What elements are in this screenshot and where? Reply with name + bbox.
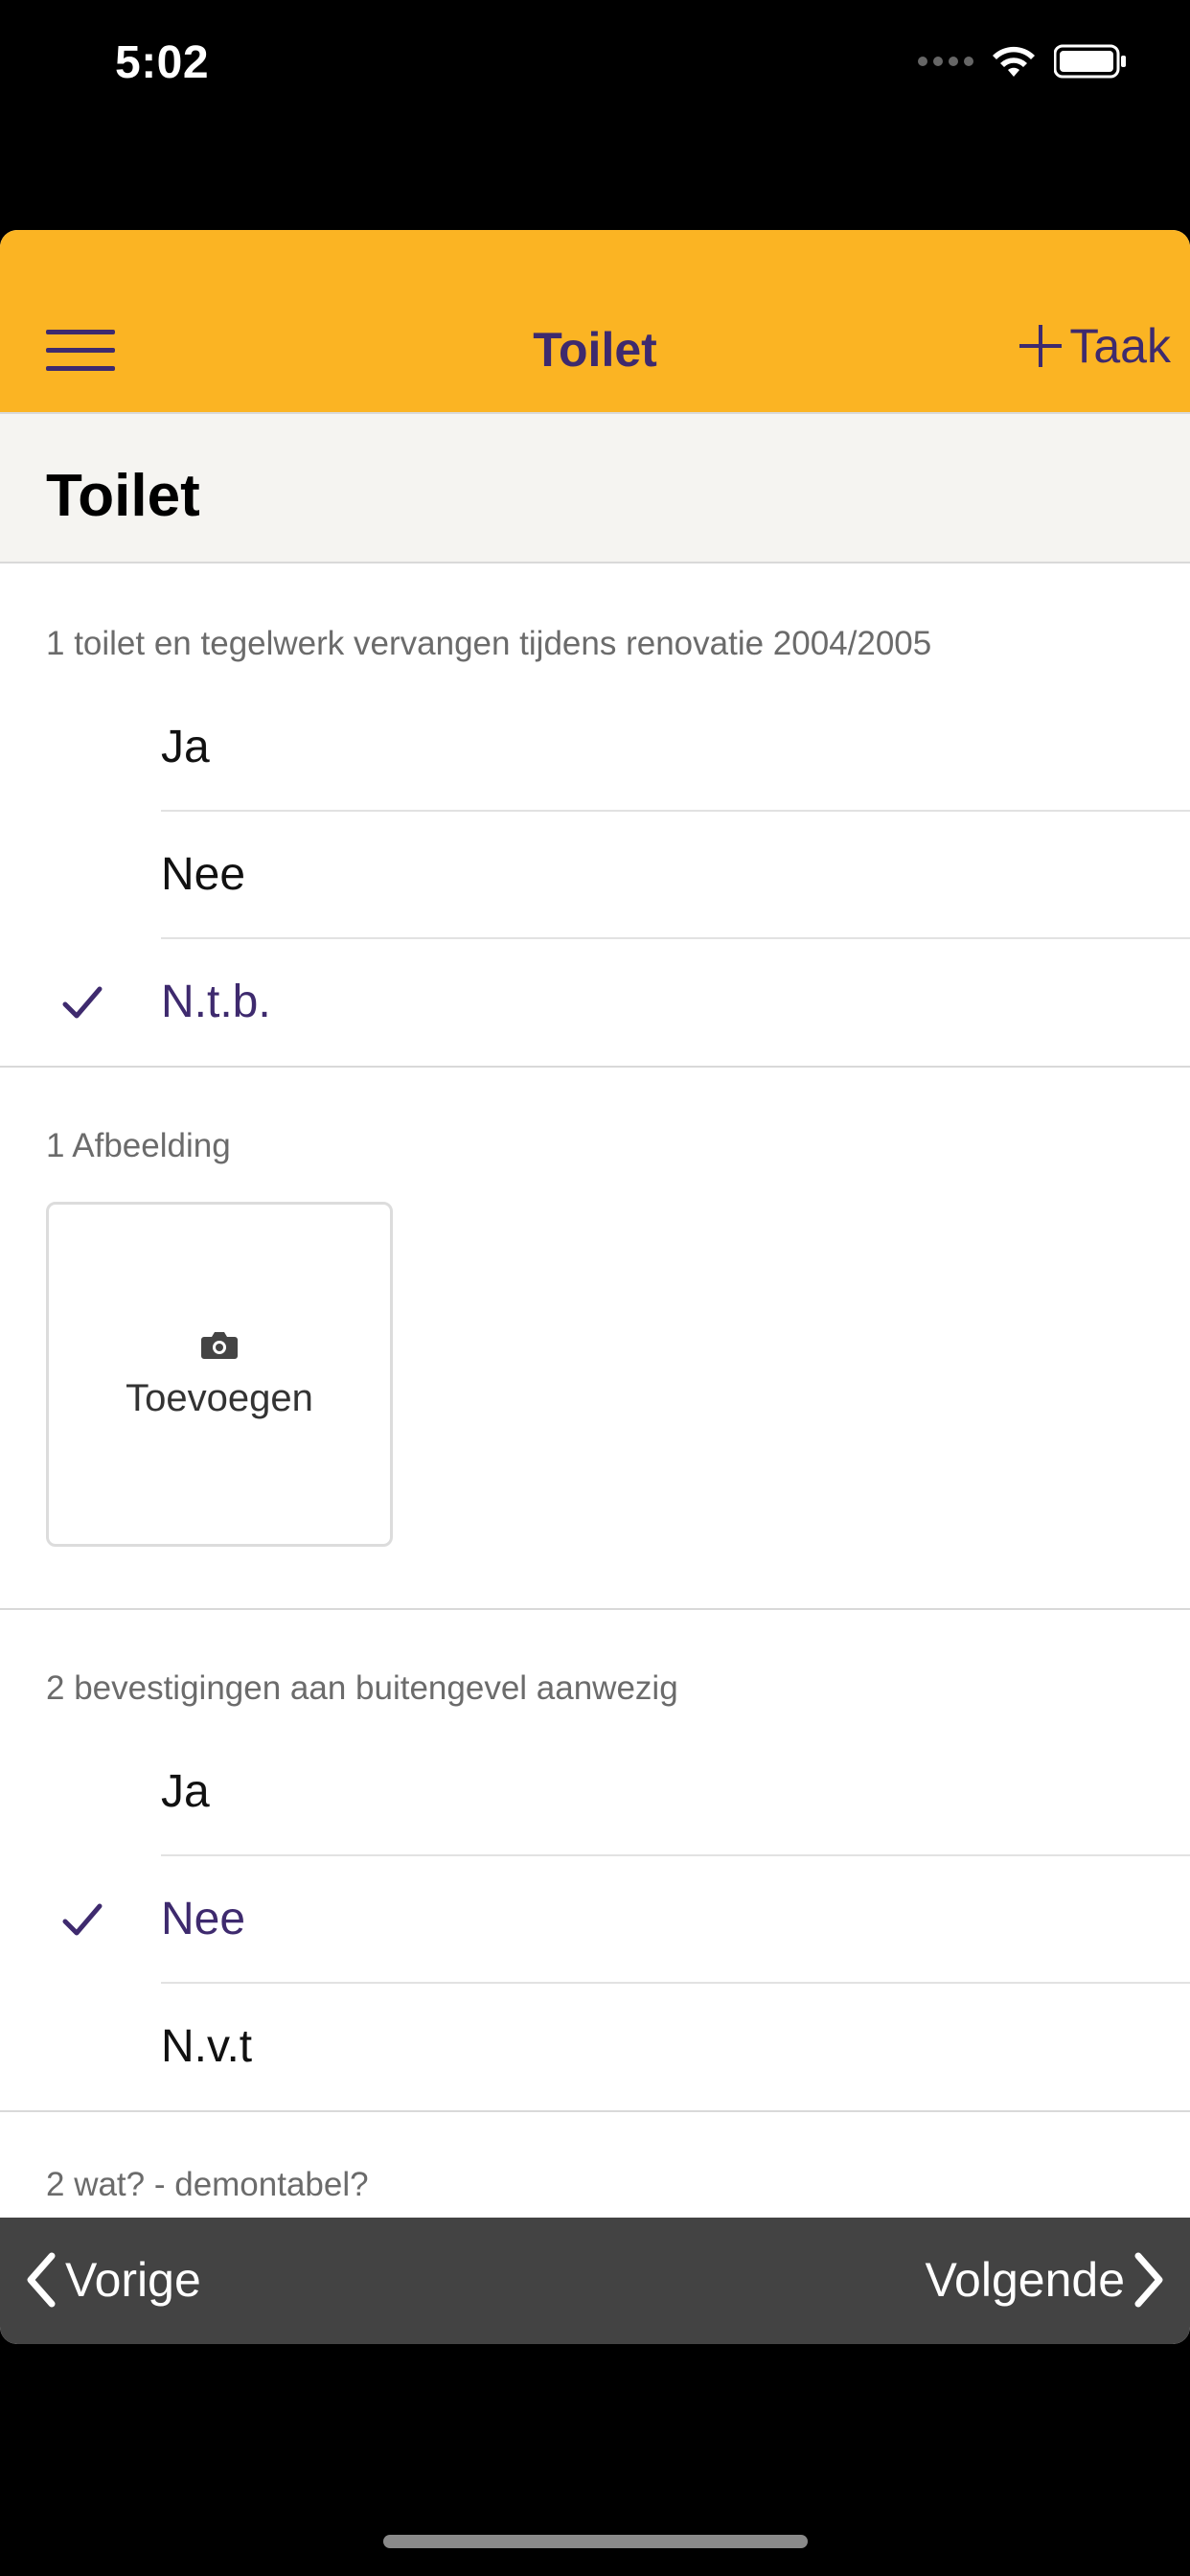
section-divider [0,1066,1190,1068]
next-button[interactable]: Volgende [925,2252,1167,2308]
page-title: Toilet [46,463,200,529]
home-indicator [383,2535,808,2548]
nav-title: Toilet [533,323,657,377]
option-label: Ja [161,722,210,772]
next-label: Volgende [925,2253,1125,2307]
option-label: Nee [161,1894,246,1944]
option-ja[interactable]: Ja [0,684,1190,812]
status-bar: 5:02 [0,0,1190,134]
option-label: N.t.b. [161,977,271,1027]
previous-label: Vorige [65,2253,201,2307]
option-nvt[interactable]: N.v.t [0,1984,1190,2111]
add-photo-button[interactable]: Toevoegen [46,1202,393,1547]
add-photo-label: Toevoegen [126,1377,313,1419]
section-divider [0,1608,1190,1610]
option-ntb[interactable]: N.t.b. [0,939,1190,1067]
chevron-right-icon [1134,2252,1163,2308]
checkmark-icon [62,1903,103,1936]
section-divider [0,2110,1190,2112]
battery-icon [1054,44,1126,79]
previous-button[interactable]: Vorige [23,2252,201,2308]
option-nee[interactable]: Nee [0,1856,1190,1984]
option-label: Ja [161,1766,210,1817]
nav-bar: Toilet Taak [0,230,1190,414]
status-time: 5:02 [115,37,210,88]
option-ja[interactable]: Ja [0,1729,1190,1856]
question-label: 2 wat? - demontabel? [46,2166,369,2203]
menu-icon[interactable] [46,330,115,372]
status-icons [918,44,1127,79]
question-label: 1 toilet en tegelwerk vervangen tijdens … [46,625,932,662]
bottom-nav-bar: Vorige Volgende [0,2218,1190,2344]
chevron-left-icon [27,2252,56,2308]
question-label: 2 bevestigingen aan buitengevel aanwezig [46,1669,678,1707]
option-label: Nee [161,849,246,900]
checkmark-icon [62,986,103,1019]
camera-icon [201,1332,238,1359]
app-screen: Toilet Taak Toilet 1 toilet en tegelwerk… [0,230,1190,2344]
cellular-signal-icon [918,57,973,66]
page-header: Toilet [0,414,1190,564]
option-label: N.v.t [161,2021,253,2072]
wifi-icon [993,46,1035,77]
image-count-label: 1 Afbeelding [46,1127,231,1164]
option-nee[interactable]: Nee [0,812,1190,939]
add-task-button[interactable]: Taak [1016,318,1171,374]
plus-icon [1019,325,1063,367]
add-task-label: Taak [1069,319,1171,373]
